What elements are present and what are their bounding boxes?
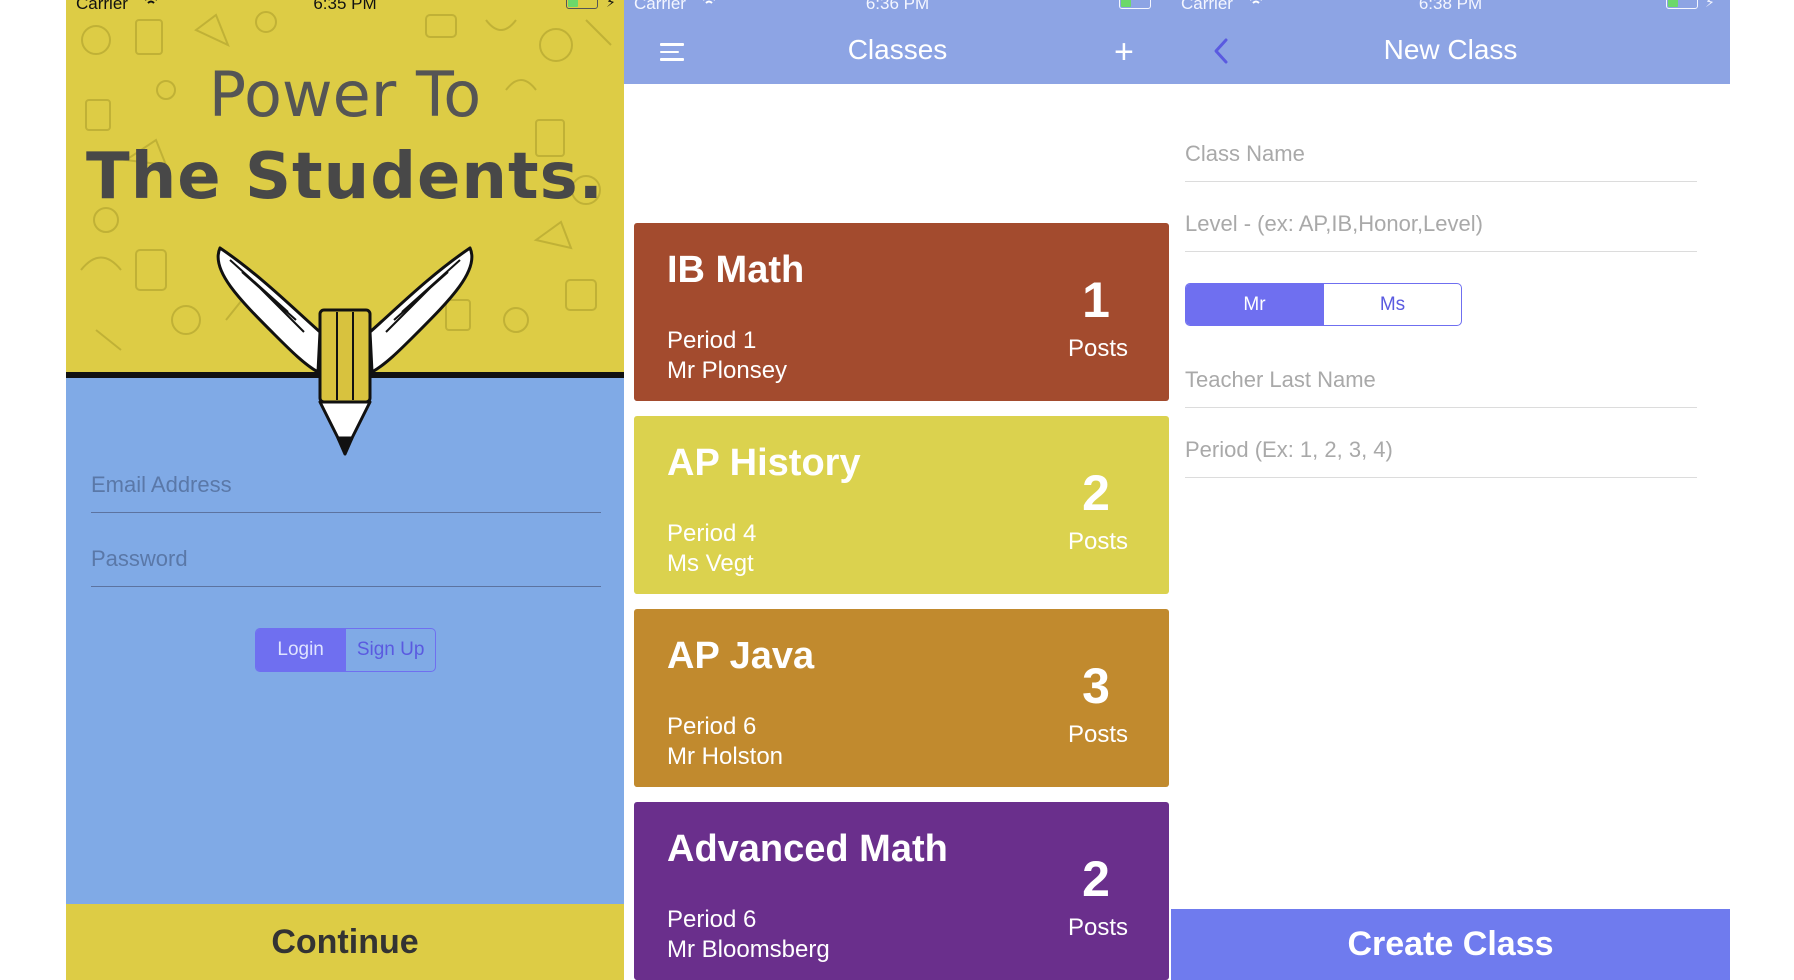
continue-button[interactable]: Continue (66, 904, 624, 980)
mr-tab[interactable]: Mr (1186, 284, 1323, 325)
level-field[interactable]: Level - (ex: AP,IB,Honor,Level) (1185, 211, 1483, 237)
posts-label: Posts (1067, 335, 1129, 362)
status-time: 6:35 PM (313, 0, 377, 13)
login-tab[interactable]: Login (256, 629, 346, 671)
wifi-icon (703, 0, 715, 4)
password-field-underline (91, 586, 601, 587)
wifi-icon (145, 0, 157, 4)
carrier-label: Carrier (1181, 0, 1233, 13)
ms-tab[interactable]: Ms (1323, 284, 1461, 325)
posts-label: Posts (1067, 721, 1129, 748)
page-title: Classes (847, 34, 948, 65)
carrier-label: Carrier (634, 0, 686, 13)
new-class-screen: Carrier 6:38 PM ⚡ New Class Class Name L… (1171, 0, 1730, 980)
class-card[interactable]: Advanced Math Period 6 Mr Bloomsberg 2 Posts (634, 802, 1169, 980)
level-underline (1185, 251, 1697, 252)
class-card[interactable]: IB Math Period 1 Mr Plonsey 1 Posts (634, 223, 1169, 401)
class-period: Period 6 (667, 713, 757, 740)
class-card[interactable]: AP Java Period 6 Mr Holston 3 Posts (634, 609, 1169, 787)
login-screen: Power To The Students. Carrier 6:35 PM ⚡… (66, 0, 624, 980)
email-field-underline (91, 512, 601, 513)
posts-label: Posts (1067, 528, 1129, 555)
status-bar: Carrier 6:35 PM ⚡ (66, 0, 624, 14)
winged-pencil-logo (216, 246, 474, 456)
class-name: AP History (667, 442, 861, 484)
carrier-label: Carrier (76, 0, 128, 13)
nav-bar: Carrier 6:38 PM ⚡ New Class (1171, 0, 1730, 84)
class-teacher: Mr Bloomsberg (667, 936, 830, 963)
teacher-last-name-field[interactable]: Teacher Last Name (1185, 367, 1376, 393)
password-field[interactable]: Password (91, 546, 188, 572)
class-name: IB Math (667, 249, 805, 291)
posts-label: Posts (1067, 914, 1129, 941)
battery-icon (1119, 0, 1151, 9)
post-count: 2 (1082, 851, 1110, 907)
class-name-field[interactable]: Class Name (1185, 141, 1305, 167)
teacher-title-toggle: Mr Ms (1185, 283, 1462, 326)
post-count: 2 (1082, 465, 1110, 521)
period-underline (1185, 477, 1697, 478)
class-period: Period 1 (667, 327, 757, 354)
add-class-icon[interactable]: + (1114, 33, 1134, 72)
charging-icon: ⚡ (606, 0, 616, 10)
battery-icon (1666, 0, 1698, 9)
teacher-last-name-underline (1185, 407, 1697, 408)
login-signup-toggle: Login Sign Up (255, 628, 436, 672)
create-class-button[interactable]: Create Class (1171, 909, 1730, 980)
class-teacher: Mr Holston (667, 743, 784, 770)
class-name: AP Java (667, 635, 815, 677)
page-title: New Class (1383, 34, 1518, 65)
signup-tab[interactable]: Sign Up (345, 629, 435, 671)
period-field[interactable]: Period (Ex: 1, 2, 3, 4) (1185, 437, 1393, 463)
post-count: 1 (1082, 272, 1110, 328)
class-card[interactable]: AP History Period 4 Ms Vegt 2 Posts (634, 416, 1169, 594)
class-period: Period 6 (667, 906, 757, 933)
charging-icon: ⚡ (1705, 0, 1715, 10)
status-time: 6:38 PM (1418, 0, 1483, 13)
classes-screen: Heart FitnessPeriod 1Ms Summers0PostsIB … (624, 0, 1171, 980)
class-name: Advanced Math (667, 828, 948, 870)
post-count: 3 (1082, 658, 1110, 714)
hero-title-line2: The Students. (86, 140, 604, 214)
email-field[interactable]: Email Address (91, 472, 232, 498)
class-name-underline (1185, 181, 1697, 182)
nav-bar: Carrier 6:36 PM Classes + (624, 0, 1171, 84)
wifi-icon (1250, 0, 1262, 4)
class-teacher: Mr Plonsey (667, 357, 788, 384)
status-bar: Carrier 6:38 PM ⚡ (1171, 0, 1730, 14)
hero-title-line1: Power To (208, 58, 482, 131)
status-time: 6:36 PM (865, 0, 930, 13)
battery-icon (566, 0, 598, 9)
status-bar: Carrier 6:36 PM (624, 0, 1171, 14)
class-period: Period 4 (667, 520, 757, 547)
class-teacher: Ms Vegt (667, 550, 754, 577)
